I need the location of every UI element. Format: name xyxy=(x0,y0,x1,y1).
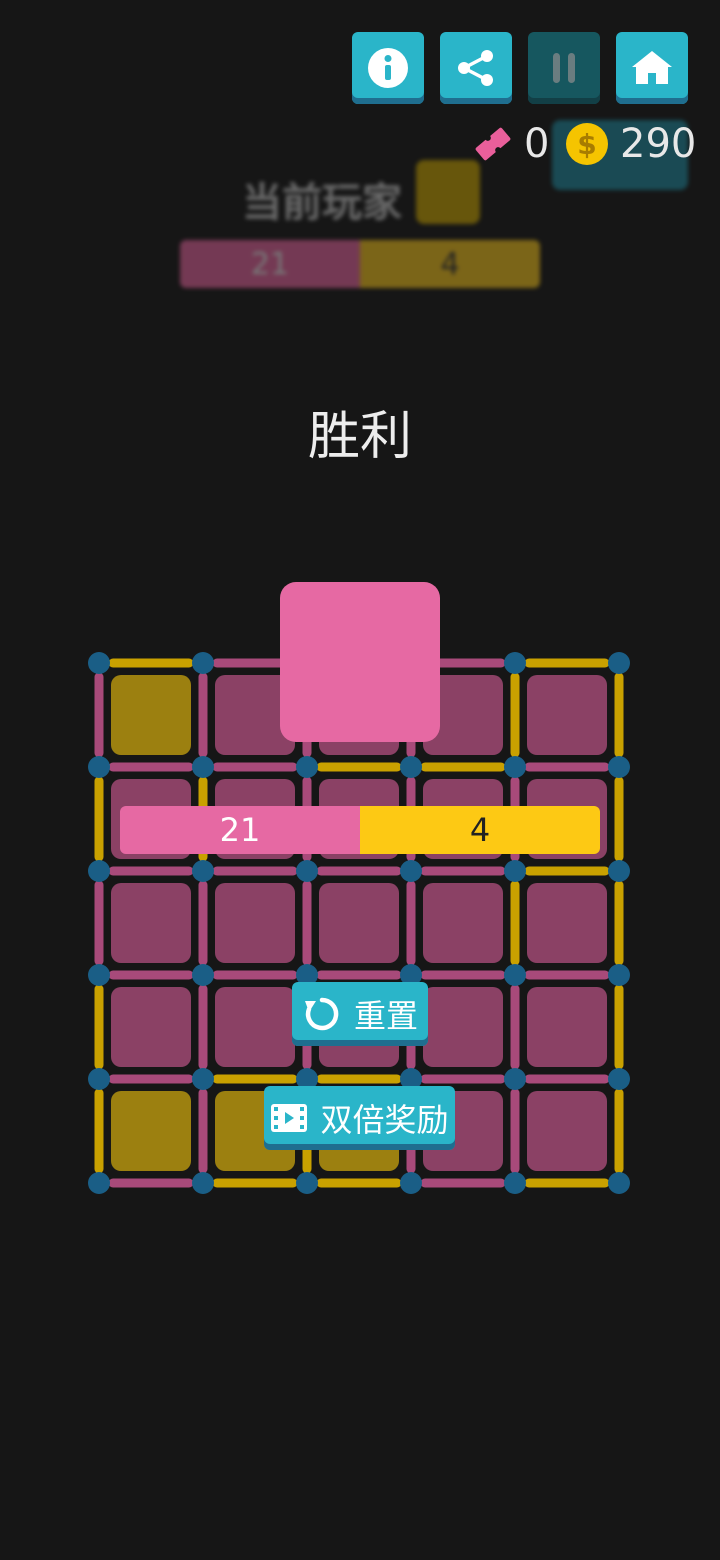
board-dot xyxy=(296,1172,318,1194)
board-cell-pink xyxy=(527,675,607,755)
board-dot xyxy=(608,756,630,778)
reset-label: 重置 xyxy=(353,997,418,1035)
score-yellow: 4 xyxy=(360,806,600,854)
board-cell-pink xyxy=(319,883,399,963)
ticket-icon xyxy=(475,127,511,161)
reset-icon xyxy=(304,997,339,1031)
board-dot xyxy=(88,652,110,674)
board-dot xyxy=(504,1068,526,1090)
board-cell-pink xyxy=(527,1091,607,1171)
board-cell-pink xyxy=(215,987,295,1067)
board-dot xyxy=(296,860,318,882)
board-dot xyxy=(608,1068,630,1090)
board-cell-pink xyxy=(527,883,607,963)
home-button[interactable] xyxy=(616,32,688,104)
double-reward-button[interactable]: 双倍奖励 xyxy=(264,1086,455,1150)
board-cell-pink xyxy=(527,987,607,1067)
board-dot xyxy=(504,1172,526,1194)
board-dot xyxy=(88,860,110,882)
ticket-counter: 0 xyxy=(470,120,549,168)
board-dot xyxy=(192,964,214,986)
pause-icon xyxy=(553,53,575,83)
board-dot xyxy=(88,756,110,778)
double-reward-label: 双倍奖励 xyxy=(320,1101,449,1139)
home-icon xyxy=(632,51,672,84)
board-cell-yellow xyxy=(111,675,191,755)
board-cell-pink xyxy=(423,987,503,1067)
board-cell-pink xyxy=(215,883,295,963)
winner-color-swatch xyxy=(280,582,440,742)
board-dot xyxy=(400,756,422,778)
board-cell-pink xyxy=(111,987,191,1067)
board-dot xyxy=(296,756,318,778)
score-pink: 21 xyxy=(120,806,360,854)
coin-counter: $ 290 xyxy=(566,120,696,168)
share-icon xyxy=(458,50,493,86)
info-icon xyxy=(368,48,408,88)
board-dot xyxy=(608,652,630,674)
board-dot xyxy=(192,860,214,882)
board-cell-yellow xyxy=(111,1091,191,1171)
game-board xyxy=(88,652,630,1194)
info-button[interactable] xyxy=(352,32,424,104)
pause-button[interactable] xyxy=(528,32,600,104)
board-dot xyxy=(88,964,110,986)
board-dot xyxy=(504,964,526,986)
coin-count: 290 xyxy=(620,121,697,167)
board-dot xyxy=(192,652,214,674)
board-dot xyxy=(192,1068,214,1090)
board-cell-pink xyxy=(423,883,503,963)
board-cell-pink xyxy=(111,883,191,963)
board-dot xyxy=(504,652,526,674)
board-dot xyxy=(400,860,422,882)
board-dot xyxy=(608,860,630,882)
ticket-count: 0 xyxy=(524,121,550,167)
board-dot xyxy=(504,756,526,778)
final-scorebar: 21 4 xyxy=(120,806,600,854)
board-dot xyxy=(608,964,630,986)
board-dot xyxy=(504,860,526,882)
board-dot xyxy=(88,1068,110,1090)
board-dot xyxy=(192,1172,214,1194)
board-dot xyxy=(88,1172,110,1194)
video-icon xyxy=(271,1104,308,1132)
share-button[interactable] xyxy=(440,32,512,104)
board-dot xyxy=(192,756,214,778)
board-dot xyxy=(400,1172,422,1194)
result-title: 胜利 xyxy=(307,407,412,467)
coin-icon: $ xyxy=(566,123,608,165)
reset-button[interactable]: 重置 xyxy=(292,982,428,1046)
board-dot xyxy=(608,1172,630,1194)
